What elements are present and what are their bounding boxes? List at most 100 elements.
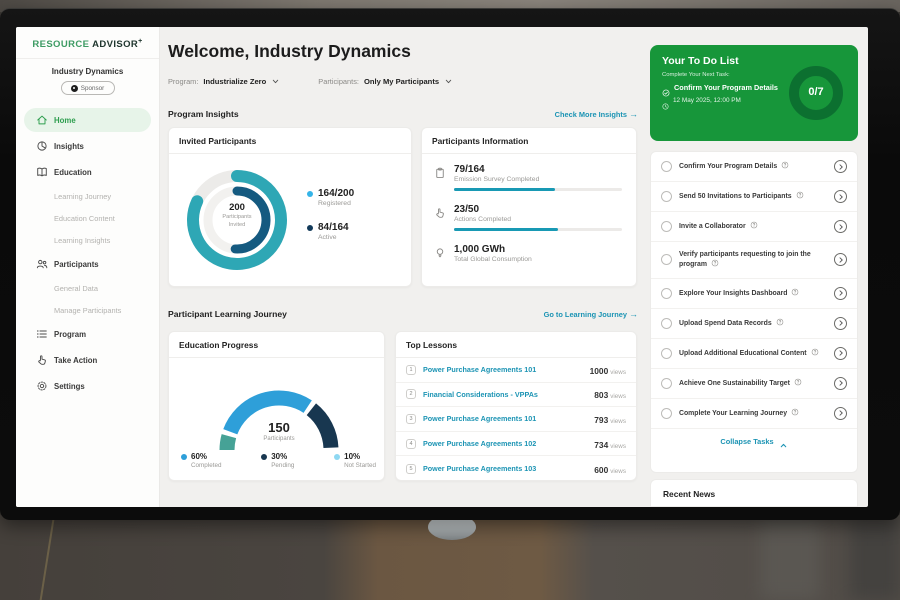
info-row-icon: [434, 166, 446, 178]
monitor-bezel: RESOURCE ADVISOR+ Industry Dynamics Spon…: [0, 8, 900, 520]
lesson-rank-badge: 3: [406, 414, 416, 424]
lesson-views-count: 600: [594, 465, 608, 475]
legend-item: 30% Pending: [261, 452, 294, 469]
task-chevron-button[interactable]: [834, 220, 847, 233]
task-checkbox[interactable]: [661, 191, 672, 202]
sidebar-item[interactable]: Learning Journey: [24, 186, 151, 206]
sidebar-item[interactable]: Learning Insights: [24, 230, 151, 250]
sidebar-item[interactable]: Education Content: [24, 208, 151, 228]
task-label: Confirm Your Program Details: [679, 161, 789, 171]
participants-information-card: Participants Information 79/164 Emission…: [421, 127, 637, 287]
lesson-link[interactable]: Power Purchase Agreements 102: [423, 439, 587, 448]
education-legend: 60% Completed 30% Pending 10%: [181, 452, 376, 469]
legend-dot: [307, 191, 313, 197]
info-label: Emission Survey Completed: [454, 176, 622, 183]
info-icon[interactable]: [711, 259, 719, 267]
sidebar-item[interactable]: Settings: [24, 374, 151, 398]
task-row: Verify participants requesting to join t…: [651, 242, 857, 279]
lesson-views-count: 803: [594, 390, 608, 400]
task-chevron-button[interactable]: [834, 160, 847, 173]
sidebar-item[interactable]: Education: [24, 160, 151, 184]
task-checkbox[interactable]: [661, 408, 672, 419]
legend-dot: [334, 454, 340, 460]
task-chevron-button[interactable]: [834, 317, 847, 330]
sidebar-item-label: Program: [54, 330, 86, 339]
info-icon[interactable]: [796, 191, 804, 199]
task-chevron-button[interactable]: [834, 377, 847, 390]
task-checkbox[interactable]: [661, 161, 672, 172]
arrow-right-icon: →: [629, 109, 638, 119]
info-icon[interactable]: [776, 318, 784, 326]
legend-dot: [261, 454, 267, 460]
participants-label: Participants:: [318, 77, 359, 86]
info-icon[interactable]: [791, 408, 799, 416]
sidebar-item[interactable]: Take Action: [24, 348, 151, 372]
task-label: Upload Spend Data Records: [679, 318, 784, 328]
legend-dot: [181, 454, 187, 460]
sidebar-item[interactable]: Program: [24, 322, 151, 346]
lesson-rank-badge: 2: [406, 389, 416, 399]
info-icon[interactable]: [811, 348, 819, 356]
legend-label: Not Started: [344, 462, 376, 469]
learning-journey-title: Participant Learning Journey: [168, 309, 287, 319]
task-chevron-button[interactable]: [834, 347, 847, 360]
go-to-learning-journey-link[interactable]: Go to Learning Journey →: [544, 309, 638, 319]
program-dropdown[interactable]: Program: Industrialize Zero: [168, 77, 280, 86]
lesson-views-suffix: views: [610, 369, 626, 376]
sidebar-item-icon: [36, 258, 48, 270]
lesson-link[interactable]: Power Purchase Agreements 103: [423, 464, 587, 473]
info-label: Total Global Consumption: [454, 256, 532, 263]
logo-plus: +: [138, 38, 143, 45]
task-label: Explore Your Insights Dashboard: [679, 288, 799, 298]
top-lessons-list: 1 Power Purchase Agreements 101 1000view…: [396, 358, 636, 481]
clock-icon: [662, 97, 669, 104]
lesson-link[interactable]: Financial Considerations - VPPAs: [423, 390, 587, 399]
task-row: Confirm Your Program Details: [651, 152, 857, 182]
lesson-views-suffix: views: [610, 393, 626, 400]
task-chevron-button[interactable]: [834, 253, 847, 266]
sidebar-item[interactable]: Home: [24, 108, 151, 132]
sponsor-icon: [71, 85, 78, 92]
sponsor-label: Sponsor: [81, 85, 104, 92]
task-checkbox[interactable]: [661, 221, 672, 232]
collapse-tasks-link[interactable]: Collapse Tasks: [651, 429, 857, 455]
task-checkbox[interactable]: [661, 378, 672, 389]
task-checkbox[interactable]: [661, 254, 672, 265]
education-progress-card: Education Progress 150 Participants 60% …: [168, 331, 385, 481]
invited-donut-chart: 200 Participants Invited: [181, 164, 293, 276]
todo-summary-card: Your To Do List Complete Your Next Task:…: [650, 45, 858, 141]
lesson-link[interactable]: Power Purchase Agreements 101: [423, 365, 583, 374]
sidebar: RESOURCE ADVISOR+ Industry Dynamics Spon…: [16, 27, 160, 507]
sidebar-item[interactable]: Manage Participants: [24, 300, 151, 320]
legend-value: 60%: [191, 452, 221, 461]
task-row: Invite a Collaborator: [651, 212, 857, 242]
sidebar-item-label: Learning Journey: [54, 192, 111, 201]
chevron-up-icon: [779, 437, 788, 446]
info-icon[interactable]: [750, 221, 758, 229]
lesson-row: 2 Financial Considerations - VPPAs 803vi…: [396, 383, 636, 408]
sidebar-item-label: Participants: [54, 260, 99, 269]
sidebar-item[interactable]: General Data: [24, 278, 151, 298]
task-checkbox[interactable]: [661, 348, 672, 359]
task-chevron-button[interactable]: [834, 407, 847, 420]
sponsor-badge: Sponsor: [61, 81, 115, 95]
task-chevron-button[interactable]: [834, 287, 847, 300]
info-icon[interactable]: [791, 288, 799, 296]
info-icon[interactable]: [781, 161, 789, 169]
lesson-link[interactable]: Power Purchase Agreements 101: [423, 414, 587, 423]
info-icon[interactable]: [794, 378, 802, 386]
invited-legend: 164/200 Registered 84/164 Active: [307, 188, 354, 241]
sidebar-item-label: Insights: [54, 142, 84, 151]
sidebar-item-icon: [36, 380, 48, 392]
participants-dropdown[interactable]: Participants: Only My Participants: [318, 77, 453, 86]
task-checkbox[interactable]: [661, 288, 672, 299]
learning-journey-header: Participant Learning Journey Go to Learn…: [168, 309, 638, 319]
check-more-insights-link[interactable]: Check More Insights →: [555, 109, 638, 119]
task-label: Upload Additional Educational Content: [679, 348, 819, 358]
sidebar-item[interactable]: Insights: [24, 134, 151, 158]
info-row-icon: [434, 246, 446, 258]
task-checkbox[interactable]: [661, 318, 672, 329]
sidebar-item[interactable]: Participants: [24, 252, 151, 276]
task-chevron-button[interactable]: [834, 190, 847, 203]
progress-bar: [454, 188, 622, 191]
